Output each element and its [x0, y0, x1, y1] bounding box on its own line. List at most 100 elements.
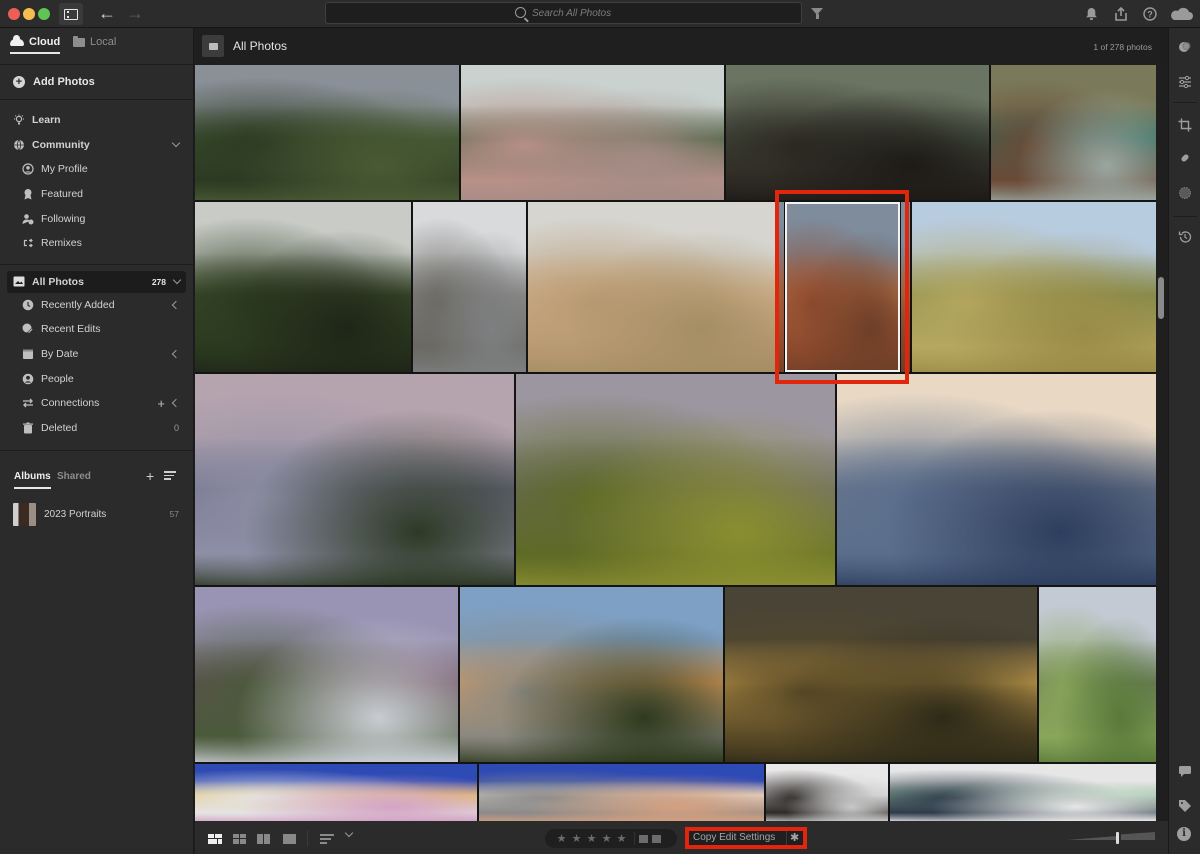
photo-thumbnail[interactable] [461, 65, 724, 200]
presets-icon[interactable] [1169, 37, 1200, 57]
photo-thumbnail[interactable] [890, 764, 1156, 821]
right-tool-panel [1168, 28, 1200, 854]
copy-edit-settings-button[interactable]: Copy Edit Settings [693, 832, 775, 846]
photo-thumbnail[interactable] [195, 65, 459, 200]
sidebar-item-connections[interactable]: Connections + [0, 391, 193, 416]
photo-thumbnail[interactable] [766, 764, 888, 821]
photo-thumbnail[interactable] [1039, 587, 1156, 762]
sidebar-item-by-date[interactable]: By Date [0, 342, 193, 367]
sidebar-item-people[interactable]: People [0, 366, 193, 391]
info-icon[interactable]: i [1177, 827, 1191, 841]
edit-sliders-icon[interactable] [1169, 72, 1200, 92]
search-field[interactable] [325, 2, 802, 24]
all-photos-header-icon [202, 35, 224, 57]
photo-thumbnail[interactable] [460, 587, 723, 762]
masking-icon[interactable] [1169, 183, 1200, 203]
photo-thumbnail[interactable] [413, 202, 526, 372]
healing-icon[interactable] [1169, 148, 1200, 168]
photo-thumbnail[interactable] [195, 764, 477, 821]
versions-icon[interactable] [1169, 227, 1200, 247]
following-label: Following [41, 212, 86, 225]
slider-handle[interactable] [1116, 832, 1119, 844]
chevron-left-icon[interactable] [171, 349, 181, 359]
photos-icon [13, 276, 25, 288]
grid-scrollbar-track[interactable] [1156, 65, 1168, 821]
sidebar-item-recent-edits[interactable]: Recent Edits [0, 317, 193, 342]
sidebar-toggle-icon [64, 8, 78, 20]
tab-albums[interactable]: Albums [14, 471, 51, 490]
single-view-button[interactable] [283, 834, 296, 844]
sidebar-item-all-photos[interactable]: All Photos 278 [7, 270, 186, 293]
sidebar-item-community[interactable]: Community [0, 133, 193, 158]
add-album-icon[interactable]: + [146, 468, 154, 484]
lightroom-window: ← → ? Cloud Local [0, 0, 1200, 854]
sidebar-item-following[interactable]: Following [0, 206, 193, 231]
rating-star-4[interactable]: ★ [599, 832, 614, 845]
my-profile-label: My Profile [41, 163, 88, 176]
add-connection-icon[interactable]: + [157, 396, 165, 411]
photo-thumbnail-selected[interactable] [912, 202, 1156, 372]
photo-grid-view-button[interactable] [208, 834, 222, 844]
comments-icon[interactable] [1169, 761, 1200, 781]
photo-thumbnail[interactable] [726, 65, 989, 200]
help-icon[interactable]: ? [1141, 5, 1159, 23]
photo-thumbnail[interactable] [516, 374, 835, 585]
deleted-label: Deleted [41, 421, 78, 434]
sidebar-item-deleted[interactable]: Deleted 0 [0, 416, 193, 441]
rating-flag-control: ★ ★ ★ ★ ★ [545, 829, 677, 848]
photo-thumbnail[interactable] [725, 587, 1037, 762]
photo-thumbnail[interactable] [195, 587, 458, 762]
rating-star-3[interactable]: ★ [584, 832, 599, 845]
search-input[interactable] [532, 7, 612, 19]
sort-albums-icon[interactable] [164, 471, 176, 482]
detail-view-button[interactable] [257, 834, 270, 844]
recently-added-label: Recently Added [41, 298, 115, 311]
pick-flag-icon[interactable] [639, 834, 648, 843]
photo-thumbnail[interactable] [528, 202, 777, 372]
back-arrow-icon[interactable]: ← [98, 3, 116, 23]
photo-thumbnail[interactable] [991, 65, 1156, 200]
filter-icon[interactable] [811, 8, 823, 19]
keywords-icon[interactable] [1169, 796, 1200, 816]
tab-shared[interactable]: Shared [57, 471, 91, 482]
sidebar-item-recently-added[interactable]: Recently Added [0, 293, 193, 318]
forward-arrow-icon[interactable]: → [126, 3, 144, 23]
album-tabs: Albums Shared + [0, 463, 193, 493]
grid-scrollbar-thumb[interactable] [1158, 277, 1164, 319]
sidebar-item-remixes[interactable]: Remixes [0, 231, 193, 256]
photo-thumbnail[interactable] [195, 202, 411, 372]
photo-thumbnail[interactable] [195, 374, 514, 585]
rating-star-2[interactable]: ★ [569, 832, 584, 845]
photo-thumbnail[interactable] [779, 202, 910, 372]
zoom-window-button[interactable] [38, 8, 50, 20]
thumbnail-size-slider[interactable] [1067, 832, 1155, 844]
add-photos-button[interactable]: + Add Photos [0, 65, 193, 99]
photo-thumbnail[interactable] [479, 764, 764, 821]
sidebar-item-featured[interactable]: Featured [0, 182, 193, 207]
share-icon[interactable] [1112, 5, 1130, 23]
rating-star-1[interactable]: ★ [554, 832, 569, 845]
sidebar-item-learn[interactable]: Learn [0, 108, 193, 133]
chevron-left-icon[interactable] [171, 398, 181, 408]
close-window-button[interactable] [8, 8, 20, 20]
sort-button[interactable] [320, 834, 334, 846]
cloud-status-icon[interactable] [1168, 5, 1194, 23]
sidebar-toggle-button[interactable] [59, 3, 83, 25]
photo-thumbnail[interactable] [837, 374, 1156, 585]
tab-cloud[interactable]: Cloud [10, 34, 61, 54]
minimize-window-button[interactable] [23, 8, 35, 20]
sidebar-item-my-profile[interactable]: My Profile [0, 157, 193, 182]
square-grid-view-button[interactable] [233, 834, 246, 844]
reject-flag-icon[interactable] [652, 834, 661, 843]
tab-local[interactable]: Local [73, 35, 116, 48]
sort-chevron-icon[interactable] [344, 828, 354, 838]
chevron-down-icon[interactable] [171, 139, 181, 148]
remixes-label: Remixes [41, 237, 82, 250]
bell-icon[interactable] [1082, 5, 1100, 23]
chevron-left-icon[interactable] [171, 300, 181, 310]
crop-icon[interactable] [1169, 115, 1200, 135]
gear-icon[interactable]: ✱ [790, 831, 799, 844]
rating-star-5[interactable]: ★ [614, 832, 629, 845]
album-item[interactable]: 2023 Portraits 57 [0, 499, 193, 529]
chevron-down-icon[interactable] [172, 275, 182, 285]
